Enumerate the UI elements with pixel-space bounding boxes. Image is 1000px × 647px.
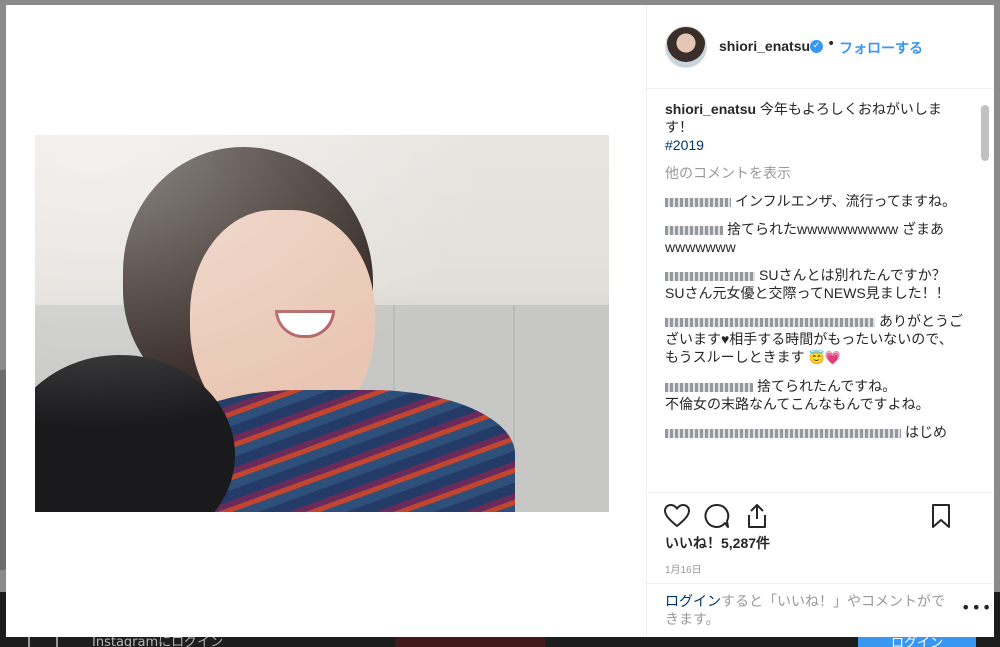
blurred-username — [665, 382, 753, 392]
comment-item: SUさんとは別れたんですか？ SUさん元女優と交際ってNEWS見ました！！ — [665, 266, 965, 302]
caption-username[interactable]: shiori_enatsu — [665, 101, 756, 117]
post-media — [6, 5, 646, 637]
header-username[interactable]: shiori_enatsu — [719, 38, 810, 54]
blurred-username — [665, 317, 875, 327]
post-header: shiori_enatsu ✓ • フォローする — [647, 5, 994, 89]
blurred-username — [665, 225, 723, 235]
header-separator: • — [827, 36, 836, 52]
comment-text: はじめ — [905, 424, 947, 440]
heart-emoji-icon: 💗 — [824, 350, 841, 365]
comment-text-2: SUさん元女優と交際ってNEWS見ました！！ — [665, 285, 950, 301]
post-modal: shiori_enatsu ✓ • フォローする shiori_enatsu 今… — [6, 5, 994, 637]
comment-scrollbar[interactable] — [981, 105, 989, 161]
comment-item: ありがとうございます♥相手する時間がもったいないので、もうスルーしときます 😇💗 — [665, 312, 965, 367]
post-photo[interactable] — [35, 135, 609, 512]
more-options-icon[interactable]: ••• — [961, 598, 992, 617]
comment-item: はじめ — [665, 423, 965, 441]
smile-emoji-icon: 😇 — [808, 350, 825, 365]
follow-button[interactable]: フォローする — [839, 38, 923, 58]
comment-text: インフルエンザ、流行ってますね。 — [735, 193, 957, 209]
view-more-comments[interactable]: 他のコメントを表示 — [665, 164, 965, 182]
comment-text: 捨てられたんですね。 — [757, 378, 897, 394]
comment-icon[interactable] — [703, 502, 731, 530]
blurred-username — [665, 428, 901, 438]
comment-text: SUさんとは別れたんですか？ — [759, 267, 946, 283]
bookmark-icon[interactable] — [927, 502, 955, 530]
blurred-username — [665, 197, 731, 207]
post-date[interactable]: 1月16日 — [665, 561, 702, 576]
verified-badge-icon: ✓ — [810, 40, 823, 53]
like-count[interactable]: いいね！5,287件 — [665, 533, 770, 553]
comment-item: インフルエンザ、流行ってますね。 — [665, 192, 965, 210]
login-link[interactable]: ログイン — [665, 593, 721, 609]
caption: shiori_enatsu 今年もよろしくおねがいします！ #2019 — [665, 100, 965, 154]
avatar[interactable] — [665, 26, 707, 68]
share-icon[interactable] — [743, 502, 771, 530]
comment-item: 捨てられたwwwwwwwwww ざまあwwwwwww — [665, 220, 965, 256]
comment-list[interactable]: shiori_enatsu 今年もよろしくおねがいします！ #2019 他のコメ… — [665, 100, 965, 488]
comment-item: 捨てられたんですね。 不倫女の末路なんてこんなもんですよね。 — [665, 377, 965, 413]
login-prompt: ログインすると「いいね！」やコメントができます。 ••• — [647, 583, 994, 637]
caption-hashtag[interactable]: #2019 — [665, 137, 704, 153]
blurred-username — [665, 271, 755, 281]
post-sidebar: shiori_enatsu ✓ • フォローする shiori_enatsu 今… — [646, 5, 994, 637]
photo-light — [35, 135, 609, 512]
heart-icon[interactable] — [663, 502, 691, 530]
comment-text-2: 不倫女の末路なんてこんなもんですよね。 — [665, 396, 930, 412]
login-prompt-text: ログインすると「いいね！」やコメントができます。 — [665, 592, 955, 628]
